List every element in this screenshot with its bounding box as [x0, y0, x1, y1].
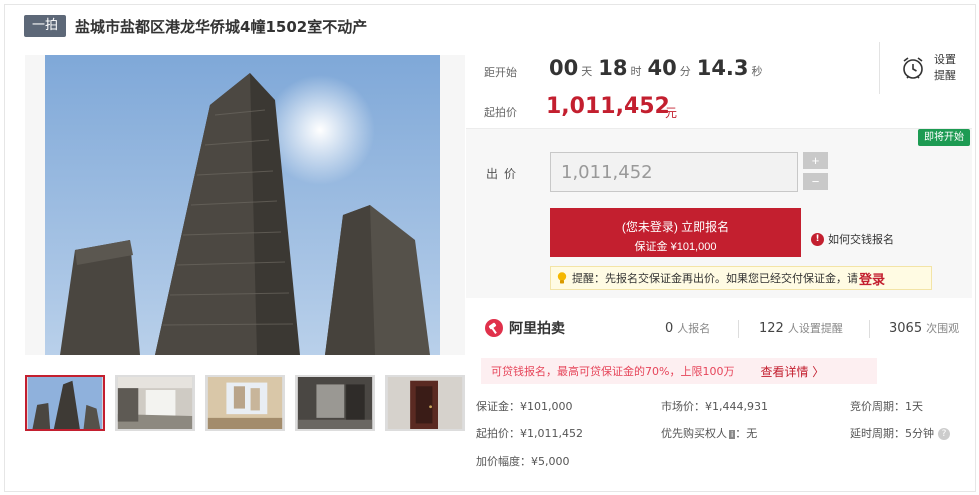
countdown-seconds: 14.3 [696, 56, 749, 80]
signups-value: 0 [665, 321, 674, 336]
set-reminder-label: 设置 提醒 [934, 52, 956, 84]
auction-hammer-icon [485, 319, 503, 337]
countdown: 00 天 18 时 40 分 14.3 秒 [549, 56, 769, 80]
brand-name: 阿里拍卖 [509, 321, 565, 337]
loan-promo-banner: 可贷钱报名，最高可贷保证金的70%，上限100万 查看详情 〉 [481, 358, 877, 384]
bid-decrease-button[interactable]: − [803, 173, 828, 190]
countdown-minutes: 40 [647, 56, 677, 80]
thumbnail-2[interactable] [115, 375, 195, 431]
countdown-panel: 距开始 00 天 18 时 40 分 14.3 秒 起拍价 1,011,452 … [466, 42, 972, 128]
divider [738, 320, 739, 338]
priority-buyer-label: 优先购买权人 [661, 427, 727, 440]
login-tip: 提醒：先报名交保证金再出价。如果您已经交付保证金，请 登录 [550, 266, 932, 290]
thumbnail-strip [25, 375, 475, 431]
bid-period-info: 竞价周期：1天 [850, 400, 923, 413]
extension-period-text: 延时周期：5分钟 [850, 427, 934, 440]
bid-increase-button[interactable]: + [803, 152, 828, 169]
priority-buyer-info: 优先购买权人 i ：无 [661, 425, 757, 441]
thumbnail-1[interactable] [25, 375, 105, 431]
thumbnail-3[interactable] [205, 375, 285, 431]
alarm-clock-icon [903, 57, 923, 79]
market-price-info: 市场价：¥1,444,931 [661, 400, 768, 413]
increment-info: 加价幅度：¥5,000 [476, 455, 570, 468]
loan-promo-text: 可贷钱报名，最高可贷保证金的70%，上限100万 [491, 365, 735, 378]
bid-label: 出价 [486, 167, 523, 181]
countdown-days: 00 [549, 56, 579, 80]
signup-button-label: (您未登录) 立即报名 [621, 220, 730, 234]
thumbnail-5[interactable] [385, 375, 465, 431]
reminders-value: 122 [759, 321, 784, 336]
page-title: 盐城市盐都区港龙华侨城4幢1502室不动产 [75, 17, 368, 36]
main-photo[interactable] [25, 55, 465, 355]
loan-details-link[interactable]: 查看详情 〉 [760, 363, 824, 380]
info-icon: ! [811, 232, 824, 246]
priority-buyer-value: ：无 [735, 427, 758, 440]
start-price-info: 起拍价：¥1,011,452 [476, 427, 583, 440]
divider [869, 320, 870, 338]
countdown-minutes-unit: 分 [679, 65, 691, 78]
countdown-hours-unit: 时 [630, 65, 642, 78]
stats-bar: 阿里拍卖 0 人报名 122 人设置提醒 3065 次围观 [466, 298, 972, 360]
extension-period-info: 延时周期：5分钟? [850, 425, 950, 441]
bid-area: 即将开始 出价 + − (您未登录) 立即报名 保证金 ¥101,000 ! 如… [466, 128, 972, 298]
views-stat: 3065 次围观 [889, 320, 959, 336]
countdown-seconds-unit: 秒 [751, 65, 763, 78]
signup-deposit-label: 保证金 ¥101,000 [634, 241, 717, 253]
views-label: 次围观 [926, 322, 960, 335]
login-tip-text: 提醒：先报名交保证金再出价。如果您已经交付保证金，请 [572, 272, 858, 285]
reminders-stat: 122 人设置提醒 [759, 320, 843, 336]
start-price-label: 起拍价 [484, 106, 517, 119]
countdown-hours: 18 [598, 56, 628, 80]
lightbulb-icon [557, 272, 567, 284]
status-badge: 即将开始 [918, 129, 970, 146]
auction-round-badge: 一拍 [24, 15, 67, 37]
help-icon[interactable]: ? [938, 428, 950, 440]
signups-label: 人报名 [677, 322, 711, 335]
signup-button[interactable]: (您未登录) 立即报名 保证金 ¥101,000 [550, 208, 801, 257]
set-reminder-button[interactable]: 设置 提醒 [879, 42, 972, 94]
login-link[interactable]: 登录 [859, 269, 885, 288]
bid-amount-input[interactable] [550, 152, 798, 192]
thumbnail-4[interactable] [295, 375, 375, 431]
brand-logo: 阿里拍卖 [484, 318, 565, 338]
how-to-pay-label: 如何交钱报名 [828, 233, 894, 246]
countdown-label: 距开始 [484, 66, 517, 79]
reminders-label: 人设置提醒 [787, 322, 843, 335]
title-bar: 一拍 盐城市盐都区港龙华侨城4幢1502室不动产 [24, 14, 367, 38]
start-price-value: 1,011,452 [546, 94, 670, 119]
bid-stepper: + − [803, 152, 828, 194]
signups-stat: 0 人报名 [665, 320, 710, 336]
set-reminder-line2: 提醒 [934, 69, 956, 82]
deposit-info: 保证金：¥101,000 [476, 400, 573, 413]
views-value: 3065 [889, 321, 923, 336]
start-price-unit: 元 [665, 106, 678, 120]
countdown-days-unit: 天 [581, 65, 593, 78]
how-to-pay-link[interactable]: ! 如何交钱报名 [811, 231, 894, 247]
set-reminder-line1: 设置 [934, 53, 956, 66]
